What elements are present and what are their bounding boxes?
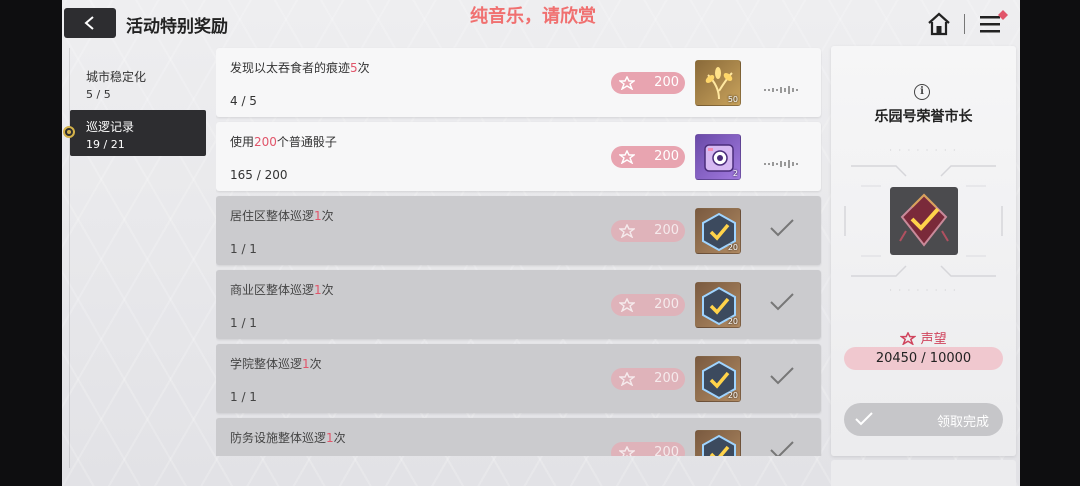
- completed-check-icon: [769, 292, 795, 316]
- in-progress-indicator-icon: [764, 153, 800, 172]
- reputation-reward: 200: [611, 146, 685, 168]
- video-watermark: 纯音乐，请欣赏: [470, 6, 596, 27]
- reputation-icon: [619, 372, 635, 386]
- back-button[interactable]: [64, 8, 116, 38]
- task-card[interactable]: 居住区整体巡逻1次 1 / 1 200 20: [216, 196, 821, 265]
- nav-item-label: 城市稳定化: [86, 70, 147, 84]
- task-card[interactable]: 发现以太吞食者的痕迹5次 4 / 5 200 50: [216, 48, 821, 117]
- task-title: 学院整体巡逻1次: [230, 357, 322, 371]
- reputation-icon: [619, 76, 635, 90]
- task-card[interactable]: 学院整体巡逻1次 1 / 1 200 20: [216, 344, 821, 413]
- task-title: 防务设施整体巡逻1次: [230, 431, 346, 445]
- reward-item[interactable]: 20: [695, 208, 741, 254]
- completed-check-icon: [769, 218, 795, 242]
- reward-item[interactable]: 20: [695, 356, 741, 402]
- task-progress: 165 / 200: [230, 168, 288, 182]
- task-card[interactable]: 使用200个普通骰子 165 / 200 200 2: [216, 122, 821, 191]
- decorative-dots: · · · · · · · ·: [889, 286, 958, 295]
- reputation-icon: [619, 446, 635, 456]
- item-count: 20: [727, 317, 738, 326]
- reputation-reward: 200: [611, 220, 685, 242]
- task-list[interactable]: 发现以太吞食者的痕迹5次 4 / 5 200 50 使用200个普通骰子 165…: [216, 46, 822, 456]
- completed-check-icon: [769, 366, 795, 390]
- task-card[interactable]: 防务设施整体巡逻1次 200: [216, 418, 821, 456]
- reward-item[interactable]: [695, 430, 741, 456]
- reputation-reward: 200: [611, 72, 685, 94]
- reputation-reward: 200: [611, 368, 685, 390]
- check-icon: [855, 412, 873, 426]
- right-letterbox: [1020, 0, 1080, 486]
- check-badge-icon: [702, 434, 736, 456]
- item-count: 20: [727, 243, 738, 252]
- in-progress-indicator-icon: [764, 79, 800, 98]
- reward-name: 乐园号荣誉市长: [874, 109, 973, 125]
- reputation-value: 20450 / 10000: [844, 347, 1003, 370]
- reputation-label: 声望: [831, 328, 1016, 347]
- completed-check-icon: [769, 440, 795, 456]
- menu-button[interactable]: [978, 10, 1010, 38]
- nav-item-patrol-record[interactable]: 巡逻记录 19 / 21: [63, 110, 206, 156]
- reputation-reward: 200: [611, 294, 685, 316]
- nav-item-city-stabilization[interactable]: 城市稳定化 5 / 5: [70, 60, 206, 106]
- task-progress: 1 / 1: [230, 390, 257, 404]
- reputation-icon: [619, 150, 635, 164]
- task-title: 居住区整体巡逻1次: [230, 209, 334, 223]
- next-reward-panel-edge: [831, 460, 1016, 486]
- reputation-icon: [619, 224, 635, 238]
- nav-item-count: 5 / 5: [86, 88, 111, 101]
- nav-item-count: 19 / 21: [86, 138, 125, 151]
- home-icon: [928, 12, 950, 36]
- left-letterbox: [0, 0, 62, 486]
- task-progress: 1 / 1: [230, 316, 257, 330]
- item-count: 2: [732, 169, 738, 178]
- page-title: 活动特别奖励: [126, 17, 228, 37]
- home-button[interactable]: [926, 11, 952, 37]
- nav-item-label: 巡逻记录: [86, 120, 135, 134]
- reward-detail-panel: i 乐园号荣誉市长 · · · · · · · · · · · · · · · …: [831, 46, 1016, 456]
- mayor-badge[interactable]: [890, 187, 958, 255]
- item-count: 50: [727, 95, 738, 104]
- task-title: 发现以太吞食者的痕迹5次: [230, 61, 370, 75]
- task-card[interactable]: 商业区整体巡逻1次 1 / 1 200 20: [216, 270, 821, 339]
- reputation-icon: [899, 331, 918, 346]
- task-title: 使用200个普通骰子: [230, 135, 337, 149]
- claim-complete-button[interactable]: 领取完成: [844, 403, 1003, 436]
- reward-item[interactable]: 50: [695, 60, 741, 106]
- reward-item[interactable]: 20: [695, 282, 741, 328]
- back-arrow-icon: [84, 16, 94, 30]
- info-icon[interactable]: i: [914, 84, 930, 100]
- task-progress: 1 / 1: [230, 242, 257, 256]
- header-divider: [964, 14, 965, 34]
- menu-icon: [980, 10, 1008, 33]
- reward-item[interactable]: 2: [695, 134, 741, 180]
- item-count: 20: [727, 391, 738, 400]
- reputation-reward: 200: [611, 442, 685, 456]
- nav-selected-marker-icon: [63, 126, 75, 138]
- task-title: 商业区整体巡逻1次: [230, 283, 334, 297]
- reputation-icon: [619, 298, 635, 312]
- gold-check-badge-icon: [899, 193, 949, 247]
- task-progress: 4 / 5: [230, 94, 257, 108]
